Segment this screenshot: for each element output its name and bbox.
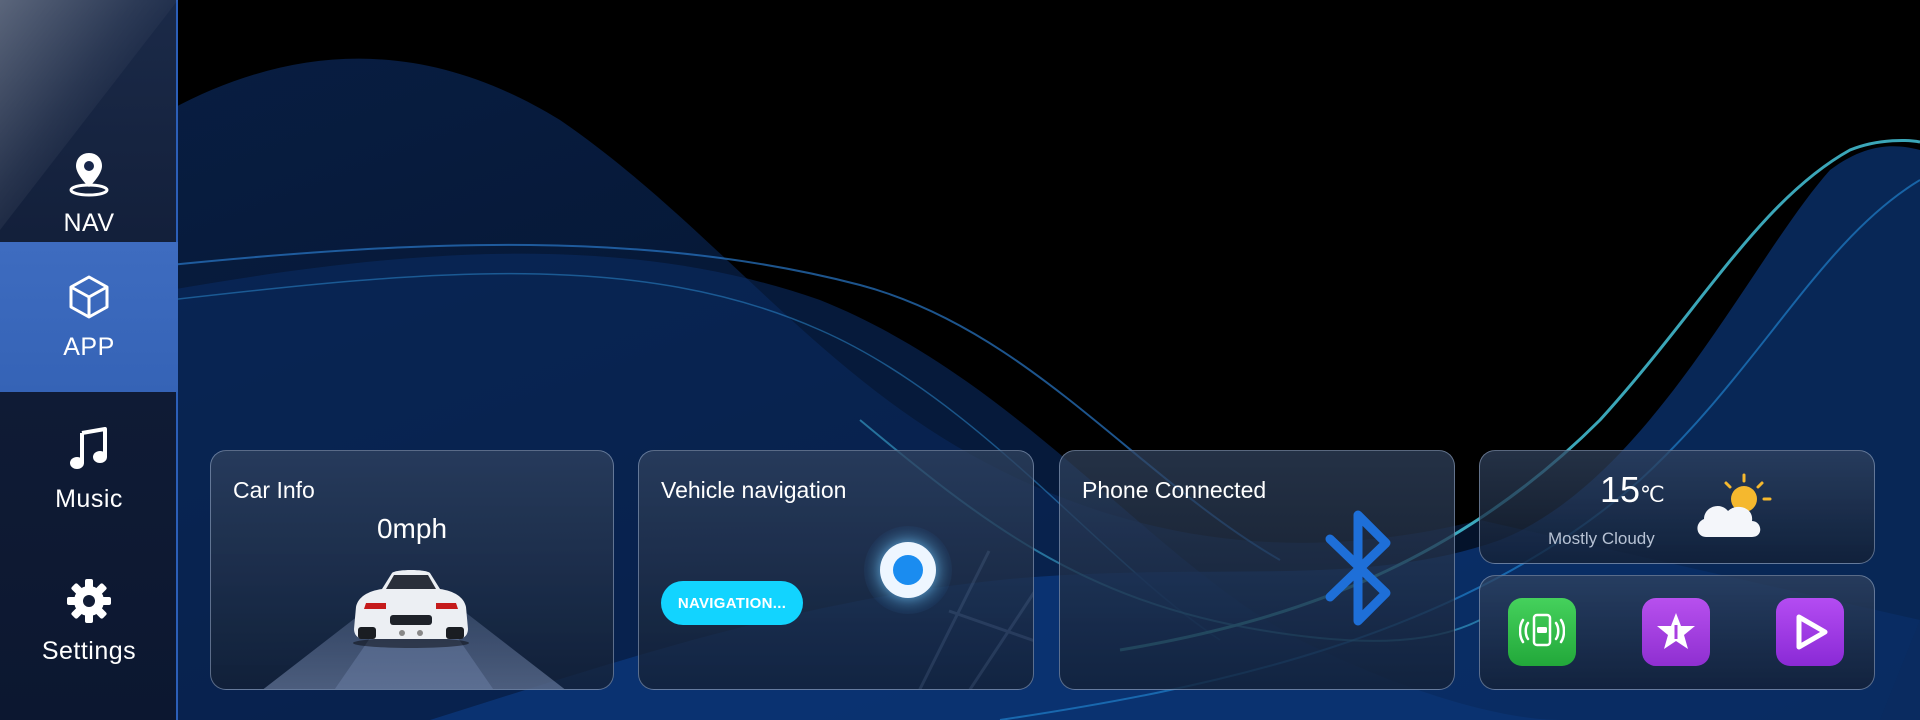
temperature: 15℃ xyxy=(1600,469,1665,511)
sidebar-item-settings[interactable]: Settings xyxy=(0,546,178,696)
phone-connected-card[interactable]: Phone Connected xyxy=(1059,450,1455,690)
bluetooth-icon xyxy=(1325,510,1391,626)
location-pin-icon xyxy=(65,149,113,197)
sidebar-item-label: NAV xyxy=(63,208,115,237)
speed-readout: 0mph xyxy=(376,513,448,544)
card-title: Vehicle navigation xyxy=(661,477,847,503)
star-app-icon[interactable] xyxy=(1642,598,1710,666)
current-location-icon xyxy=(880,542,936,598)
temperature-value: 15 xyxy=(1600,469,1641,510)
sidebar: NAV APP Music Settings xyxy=(0,0,178,720)
weather-card[interactable]: 15℃ Mostly Cloudy xyxy=(1479,450,1875,564)
temperature-unit: ℃ xyxy=(1640,482,1665,507)
weather-description: Mostly Cloudy xyxy=(1548,529,1655,548)
phone-car-link-icon[interactable] xyxy=(1508,598,1576,666)
card-title: Phone Connected xyxy=(1082,477,1267,503)
car-info-card[interactable]: Car Info 0mph xyxy=(210,450,614,690)
gear-icon xyxy=(65,577,113,625)
cube-icon xyxy=(65,273,113,321)
navigation-button[interactable]: NAVIGATION... xyxy=(661,581,803,625)
sidebar-item-music[interactable]: Music xyxy=(0,394,178,544)
card-title: Car Info xyxy=(233,477,315,503)
sidebar-item-label: Settings xyxy=(41,636,137,665)
play-app-icon[interactable] xyxy=(1776,598,1844,666)
music-note-icon xyxy=(65,425,113,473)
sidebar-item-app[interactable]: APP xyxy=(0,242,178,392)
vehicle-navigation-card[interactable]: Vehicle navigation NAVIGATION... xyxy=(638,450,1034,690)
sidebar-item-label: APP xyxy=(63,332,115,361)
sidebar-item-label: Music xyxy=(55,484,123,513)
apps-card xyxy=(1479,575,1875,690)
car-image xyxy=(353,570,469,648)
partly-cloudy-sun-icon xyxy=(1697,473,1772,537)
